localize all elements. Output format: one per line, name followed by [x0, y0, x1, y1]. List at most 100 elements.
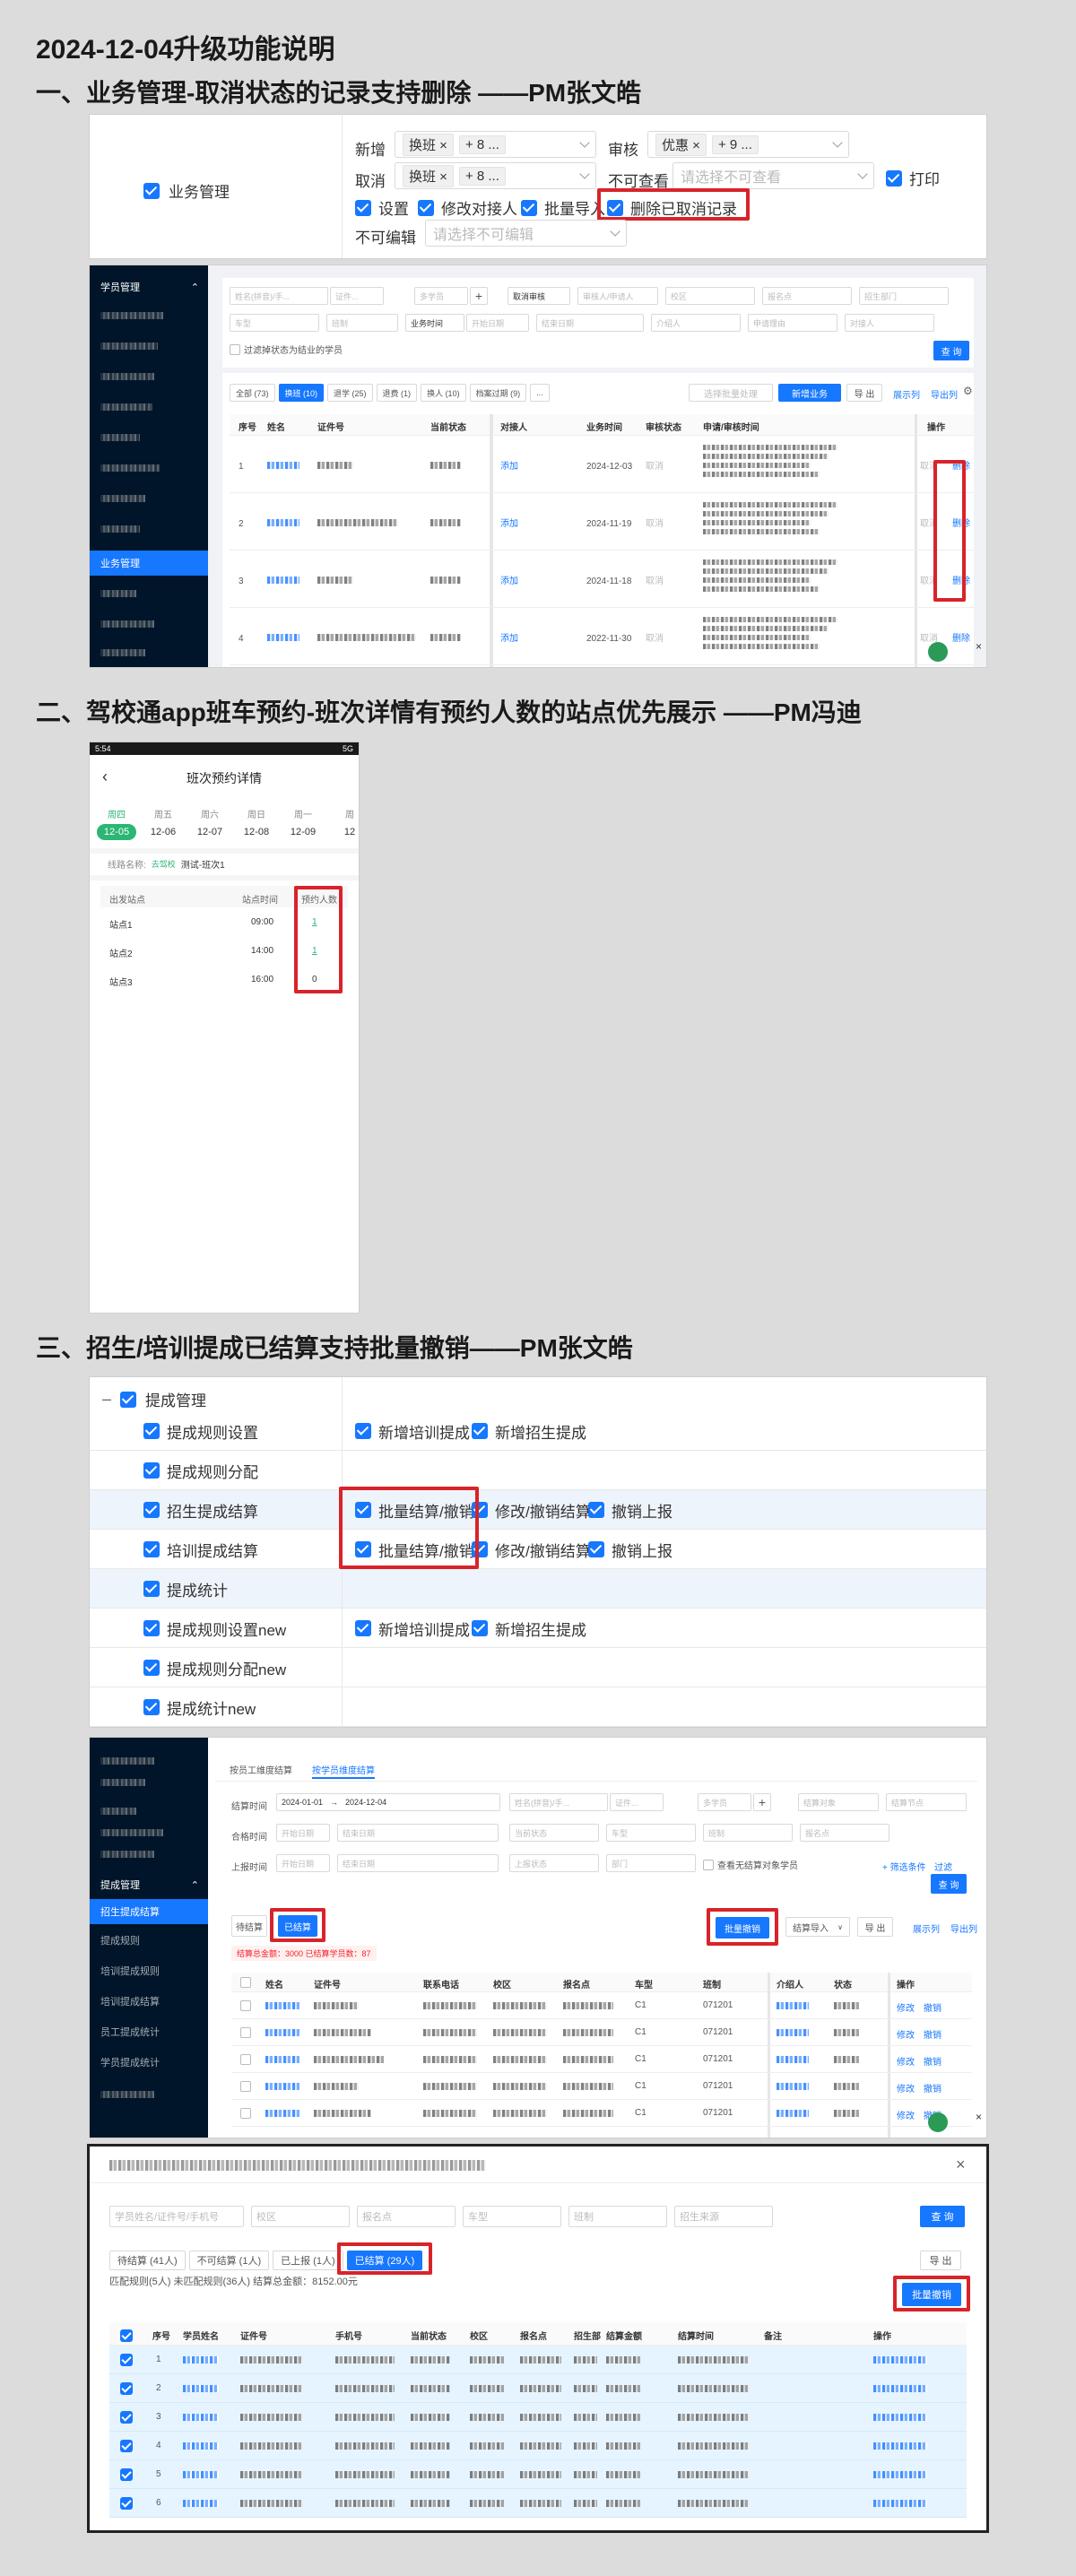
revoke-link[interactable]: 撤销 [924, 2000, 941, 2014]
delete-link[interactable]: 删除 [952, 634, 970, 644]
permission-checkbox[interactable]: 提成规则设置new [143, 1609, 286, 1648]
filter-condition-link[interactable]: + 筛选条件 [882, 1860, 926, 1873]
revoke-link[interactable]: 撤销 [924, 2054, 941, 2068]
permission-checkbox[interactable]: 修改/撤销结算 [472, 1490, 591, 1530]
modal-tab[interactable]: 不可结算 (1人) [188, 2251, 270, 2270]
close-icon[interactable]: × [956, 2155, 966, 2174]
cartype-select[interactable]: 车型 [230, 314, 319, 332]
permission-checkbox[interactable]: 提成统计new [143, 1687, 256, 1727]
id-input[interactable]: 证件... [330, 287, 384, 305]
no-settle-checkbox[interactable]: 查看无结算对象学员 [703, 1858, 798, 1871]
campus-select[interactable]: 校区 [665, 287, 755, 305]
query-button[interactable]: 查 询 [933, 341, 969, 360]
export-columns-link[interactable]: 导出列 [950, 1921, 977, 1935]
add-contact-link[interactable]: 添加 [500, 634, 518, 644]
export-button[interactable]: 导 出 [846, 384, 882, 402]
edit-link[interactable]: 修改 [897, 2054, 915, 2068]
permission-checkbox[interactable]: 新增招生提成 [472, 1609, 586, 1648]
biz-tab[interactable]: ... [530, 384, 550, 402]
row-checkbox[interactable] [120, 2354, 133, 2366]
sidebar-item-business[interactable]: 业务管理 [90, 551, 208, 576]
biz-tab[interactable]: 退学 (25) [327, 384, 373, 402]
permission-checkbox[interactable]: 提成规则分配new [143, 1648, 286, 1687]
modify-contact-checkbox[interactable]: 修改对接人 [418, 196, 517, 219]
row-checkbox[interactable] [240, 2000, 251, 2011]
permission-checkbox[interactable]: 新增培训提成 [355, 1609, 470, 1648]
export-button[interactable]: 导 出 [920, 2251, 961, 2270]
row-checkbox[interactable] [240, 2108, 251, 2119]
cancel-audit-select[interactable]: 取消审核 [508, 287, 570, 305]
biz-tab[interactable]: 档案过期 (9) [469, 384, 527, 402]
row-checkbox[interactable] [120, 2382, 133, 2395]
query-button[interactable]: 查 询 [920, 2206, 965, 2227]
day-item[interactable]: 周六 12-07 [187, 807, 233, 840]
collapse-icon[interactable]: – [102, 1390, 111, 1409]
sidebar-item-settlement[interactable]: 招生提成结算 [90, 1899, 208, 1924]
revoke-link[interactable]: 撤销 [924, 2027, 941, 2041]
add-contact-link[interactable]: 添加 [500, 577, 518, 586]
setting-checkbox[interactable]: 设置 [355, 196, 409, 219]
permission-checkbox[interactable]: 提成规则分配 [143, 1451, 258, 1490]
close-icon[interactable]: × [976, 2111, 982, 2123]
edit-link[interactable]: 修改 [897, 2000, 915, 2014]
node-select[interactable]: 结算节点 [886, 1793, 967, 1811]
day-item[interactable]: 周五 12-06 [140, 807, 187, 840]
site-select[interactable]: 报名点 [762, 287, 852, 305]
reason-select[interactable]: 申请理由 [748, 314, 837, 332]
export-button[interactable]: 导 出 [857, 1917, 893, 1937]
tab-by-employee[interactable]: 按员工维度结算 [230, 1763, 292, 1776]
biz-tab[interactable]: 换人 (10) [421, 384, 466, 402]
end-date[interactable]: 结束日期 [536, 314, 644, 332]
tab-pending[interactable]: 待结算 [231, 1915, 267, 1937]
sidebar-group-commission[interactable]: 提成管理 ⌃ [90, 1872, 208, 1897]
new-business-button[interactable]: 新增业务 [778, 384, 841, 402]
day-item[interactable]: 周四 12-05 [93, 807, 140, 840]
query-button[interactable]: 查 询 [931, 1874, 967, 1894]
multi-input[interactable]: 多学员 [698, 1793, 751, 1811]
tab-by-student[interactable]: 按学员维度结算 [312, 1763, 375, 1776]
batch-process-select[interactable]: 选择批量处理 [689, 384, 773, 402]
permission-checkbox[interactable]: 提成统计 [143, 1569, 228, 1609]
name-input[interactable]: 姓名(拼音)/手... [230, 287, 328, 305]
audit-select[interactable]: 优惠 × + 9 ... [647, 131, 849, 158]
permission-checkbox[interactable]: 培训提成结算 [143, 1530, 258, 1569]
row-checkbox[interactable] [120, 2468, 133, 2481]
add-contact-link[interactable]: 添加 [500, 462, 518, 472]
add-icon[interactable]: + [753, 1793, 771, 1811]
day-item[interactable]: 周日 12-08 [233, 807, 280, 840]
permission-checkbox[interactable]: 新增招生提成 [472, 1411, 586, 1451]
edit-link[interactable]: 修改 [897, 2081, 915, 2095]
row-checkbox[interactable] [120, 2411, 133, 2424]
day-item[interactable]: 周一 12-09 [280, 807, 326, 840]
show-columns-link[interactable]: 展示列 [893, 387, 920, 401]
batch-import-checkbox[interactable]: 批量导入 [521, 196, 605, 219]
object-select[interactable]: 结算对象 [798, 1793, 879, 1811]
permission-checkbox[interactable]: 修改/撤销结算 [472, 1530, 591, 1569]
day-item[interactable]: 周 12 [326, 807, 359, 840]
biz-tab[interactable]: 全部 (73) [230, 384, 275, 402]
row-checkbox[interactable] [120, 2497, 133, 2510]
add-select[interactable]: 换班 × + 8 ... [395, 131, 596, 158]
filter-graduated-checkbox[interactable]: 过滤掉状态为结业的学员 [230, 343, 343, 356]
modal-tab[interactable]: 待结算 (41人) [109, 2251, 186, 2270]
close-icon[interactable]: × [976, 640, 982, 653]
contact-select[interactable]: 对接人 [845, 314, 934, 332]
name-input[interactable]: 学员姓名/证件号/手机号 [109, 2206, 244, 2227]
settle-date-range[interactable]: 2024-01-01 → 2024-12-04 [276, 1793, 500, 1811]
row-checkbox[interactable] [240, 2054, 251, 2065]
source-select[interactable]: 招生来源 [674, 2206, 773, 2227]
sidebar-group-student[interactable]: 学员管理 ⌃ [90, 274, 208, 299]
filter-link[interactable]: 过滤 [934, 1860, 952, 1873]
robot-icon[interactable] [928, 642, 948, 662]
export-columns-link[interactable]: 导出列 [931, 387, 958, 401]
class-select[interactable]: 班制 [326, 314, 398, 332]
start-date[interactable]: 开始日期 [466, 314, 529, 332]
site-select[interactable]: 报名点 [357, 2206, 456, 2227]
name-input[interactable]: 姓名(拼音)/手... [509, 1793, 608, 1811]
revoke-link[interactable]: 撤销 [924, 2081, 941, 2095]
id-input[interactable]: 证件... [610, 1793, 664, 1811]
edit-link[interactable]: 修改 [897, 2027, 915, 2041]
edit-link[interactable]: 修改 [897, 2108, 915, 2121]
row-checkbox[interactable] [120, 2440, 133, 2452]
noview-select[interactable]: 请选择不可查看 [672, 162, 874, 189]
